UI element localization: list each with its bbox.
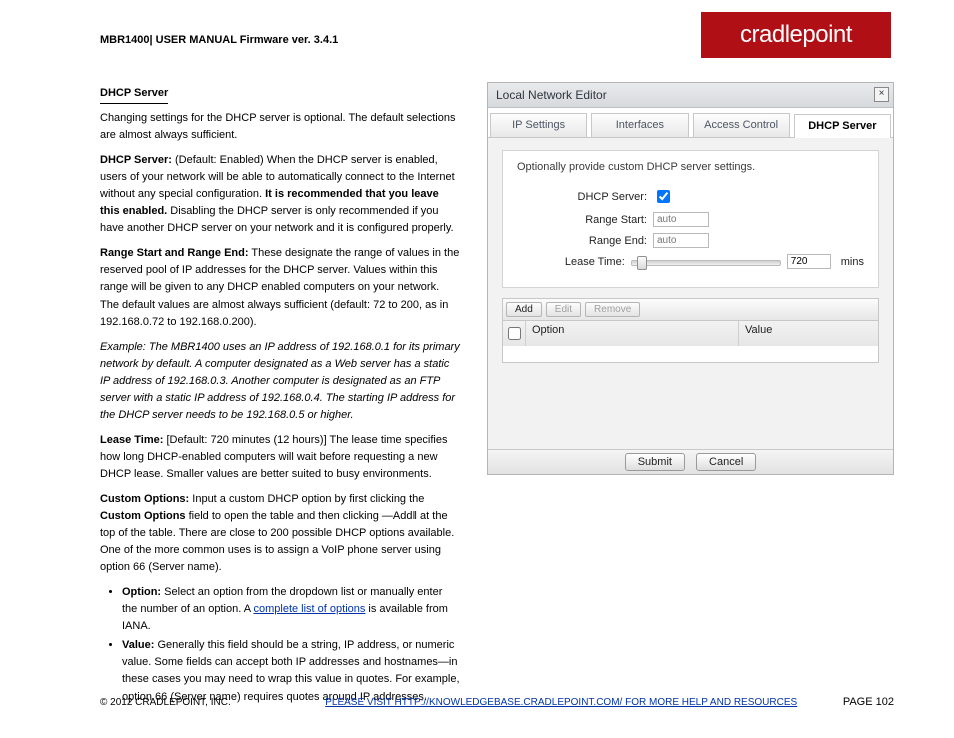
dialog-tabs: IP Settings Interfaces Access Control DH… <box>488 108 893 138</box>
manual-header: MBR1400| USER MANUAL Firmware ver. 3.4.1 <box>100 34 338 46</box>
dhcp-settings-panel: Optionally provide custom DHCP server se… <box>502 150 879 288</box>
tab-interfaces[interactable]: Interfaces <box>591 113 688 137</box>
select-all-checkbox[interactable] <box>508 327 521 340</box>
dialog-titlebar: Local Network Editor × <box>488 83 893 108</box>
field-label-dhcp-server: DHCP Server: <box>517 191 653 203</box>
example-text: The MBR1400 uses an IP address of 192.16… <box>100 341 460 421</box>
copyright-text: © 2012 CRADLEPOINT, INC. <box>100 697 231 708</box>
custom-options-grid-header: Option Value <box>502 321 879 346</box>
dialog-instruction: Optionally provide custom DHCP server se… <box>517 161 864 173</box>
field-label-range-end: Range End: <box>517 235 653 247</box>
remove-button[interactable]: Remove <box>585 302 640 317</box>
iana-options-link[interactable]: complete list of options <box>253 603 365 615</box>
local-network-editor-dialog: Local Network Editor × IP Settings Inter… <box>487 82 894 475</box>
range-paragraph: Range Start and Range End: These designa… <box>100 245 460 330</box>
row-range-start: Range Start: <box>517 212 864 227</box>
add-button[interactable]: Add <box>506 302 542 317</box>
row-range-end: Range End: <box>517 233 864 248</box>
list-item: Value: Generally this field should be a … <box>122 637 460 705</box>
range-end-input[interactable] <box>653 233 709 248</box>
section-intro: Changing settings for the DHCP server is… <box>100 110 460 144</box>
range-start-input[interactable] <box>653 212 709 227</box>
options-bullet-list: Option: Select an option from the dropdo… <box>122 584 460 705</box>
edit-button[interactable]: Edit <box>546 302 581 317</box>
bullet-value-text: Generally this field should be a string,… <box>122 639 460 702</box>
row-lease-time: Lease Time: mins <box>517 254 864 269</box>
custom-options-label: Custom Options: <box>100 493 189 505</box>
field-label-range-start: Range Start: <box>517 214 653 226</box>
submit-button[interactable]: Submit <box>625 453 685 471</box>
lease-time-slider[interactable] <box>631 255 781 269</box>
lease-time-paragraph: Lease Time: [Default: 720 minutes (12 ho… <box>100 432 460 483</box>
dhcp-server-label: DHCP Server: <box>100 154 172 166</box>
body-text-column: DHCP Server Changing settings for the DH… <box>100 85 460 714</box>
list-item: Option: Select an option from the dropdo… <box>122 584 460 635</box>
copyright-line: © 2012 CRADLEPOINT, INC. PLEASE VISIT HT… <box>100 697 797 708</box>
custom-options-mid: Custom Options <box>100 510 186 522</box>
column-value[interactable]: Value <box>739 321 878 346</box>
row-dhcp-server: DHCP Server: <box>517 187 864 206</box>
custom-options-paragraph: Custom Options: Input a custom DHCP opti… <box>100 491 460 576</box>
select-all-cell[interactable] <box>503 321 526 346</box>
example-head: Example: <box>100 341 146 353</box>
tab-dhcp-server[interactable]: DHCP Server <box>794 114 891 138</box>
slider-track <box>631 260 781 266</box>
close-icon[interactable]: × <box>874 87 889 102</box>
copyright-pad <box>231 697 325 708</box>
range-text: These designate the range of values in t… <box>100 247 459 327</box>
dialog-spacer <box>488 371 893 449</box>
dialog-footer: Submit Cancel <box>488 449 893 474</box>
brand-logo: cradlepoint <box>701 12 891 58</box>
column-option[interactable]: Option <box>526 321 739 346</box>
lease-time-controls: mins <box>631 254 864 269</box>
bullet-value-label: Value: <box>122 639 154 651</box>
dhcp-server-paragraph: DHCP Server: (Default: Enabled) When the… <box>100 152 460 237</box>
example-paragraph: Example: The MBR1400 uses an IP address … <box>100 339 460 424</box>
tab-access-control[interactable]: Access Control <box>693 113 790 137</box>
lease-time-input[interactable] <box>787 254 831 269</box>
dialog-title-text: Local Network Editor <box>496 88 607 102</box>
page-number: PAGE 102 <box>843 696 894 708</box>
cancel-button[interactable]: Cancel <box>696 453 756 471</box>
lease-time-label: Lease Time: <box>100 434 163 446</box>
custom-options-grid-body <box>502 346 879 363</box>
knowledgebase-link[interactable]: PLEASE VISIT HTTP://KNOWLEDGEBASE.CRADLE… <box>325 697 797 708</box>
mins-label: mins <box>841 256 864 268</box>
section-heading: DHCP Server <box>100 85 168 104</box>
field-label-lease-time: Lease Time: <box>517 256 631 268</box>
page-prefix: PAGE <box>843 696 876 708</box>
slider-thumb[interactable] <box>637 256 647 270</box>
custom-options-toolbar: Add Edit Remove <box>502 298 879 321</box>
dhcp-server-checkbox[interactable] <box>657 190 670 203</box>
dialog-body: Optionally provide custom DHCP server se… <box>488 138 893 371</box>
range-label: Range Start and Range End: <box>100 247 249 259</box>
bullet-option-label: Option: <box>122 586 161 598</box>
tab-ip-settings[interactable]: IP Settings <box>490 113 587 137</box>
custom-options-text-a: Input a custom DHCP option by first clic… <box>189 493 424 505</box>
page-number-value: 102 <box>876 696 894 708</box>
